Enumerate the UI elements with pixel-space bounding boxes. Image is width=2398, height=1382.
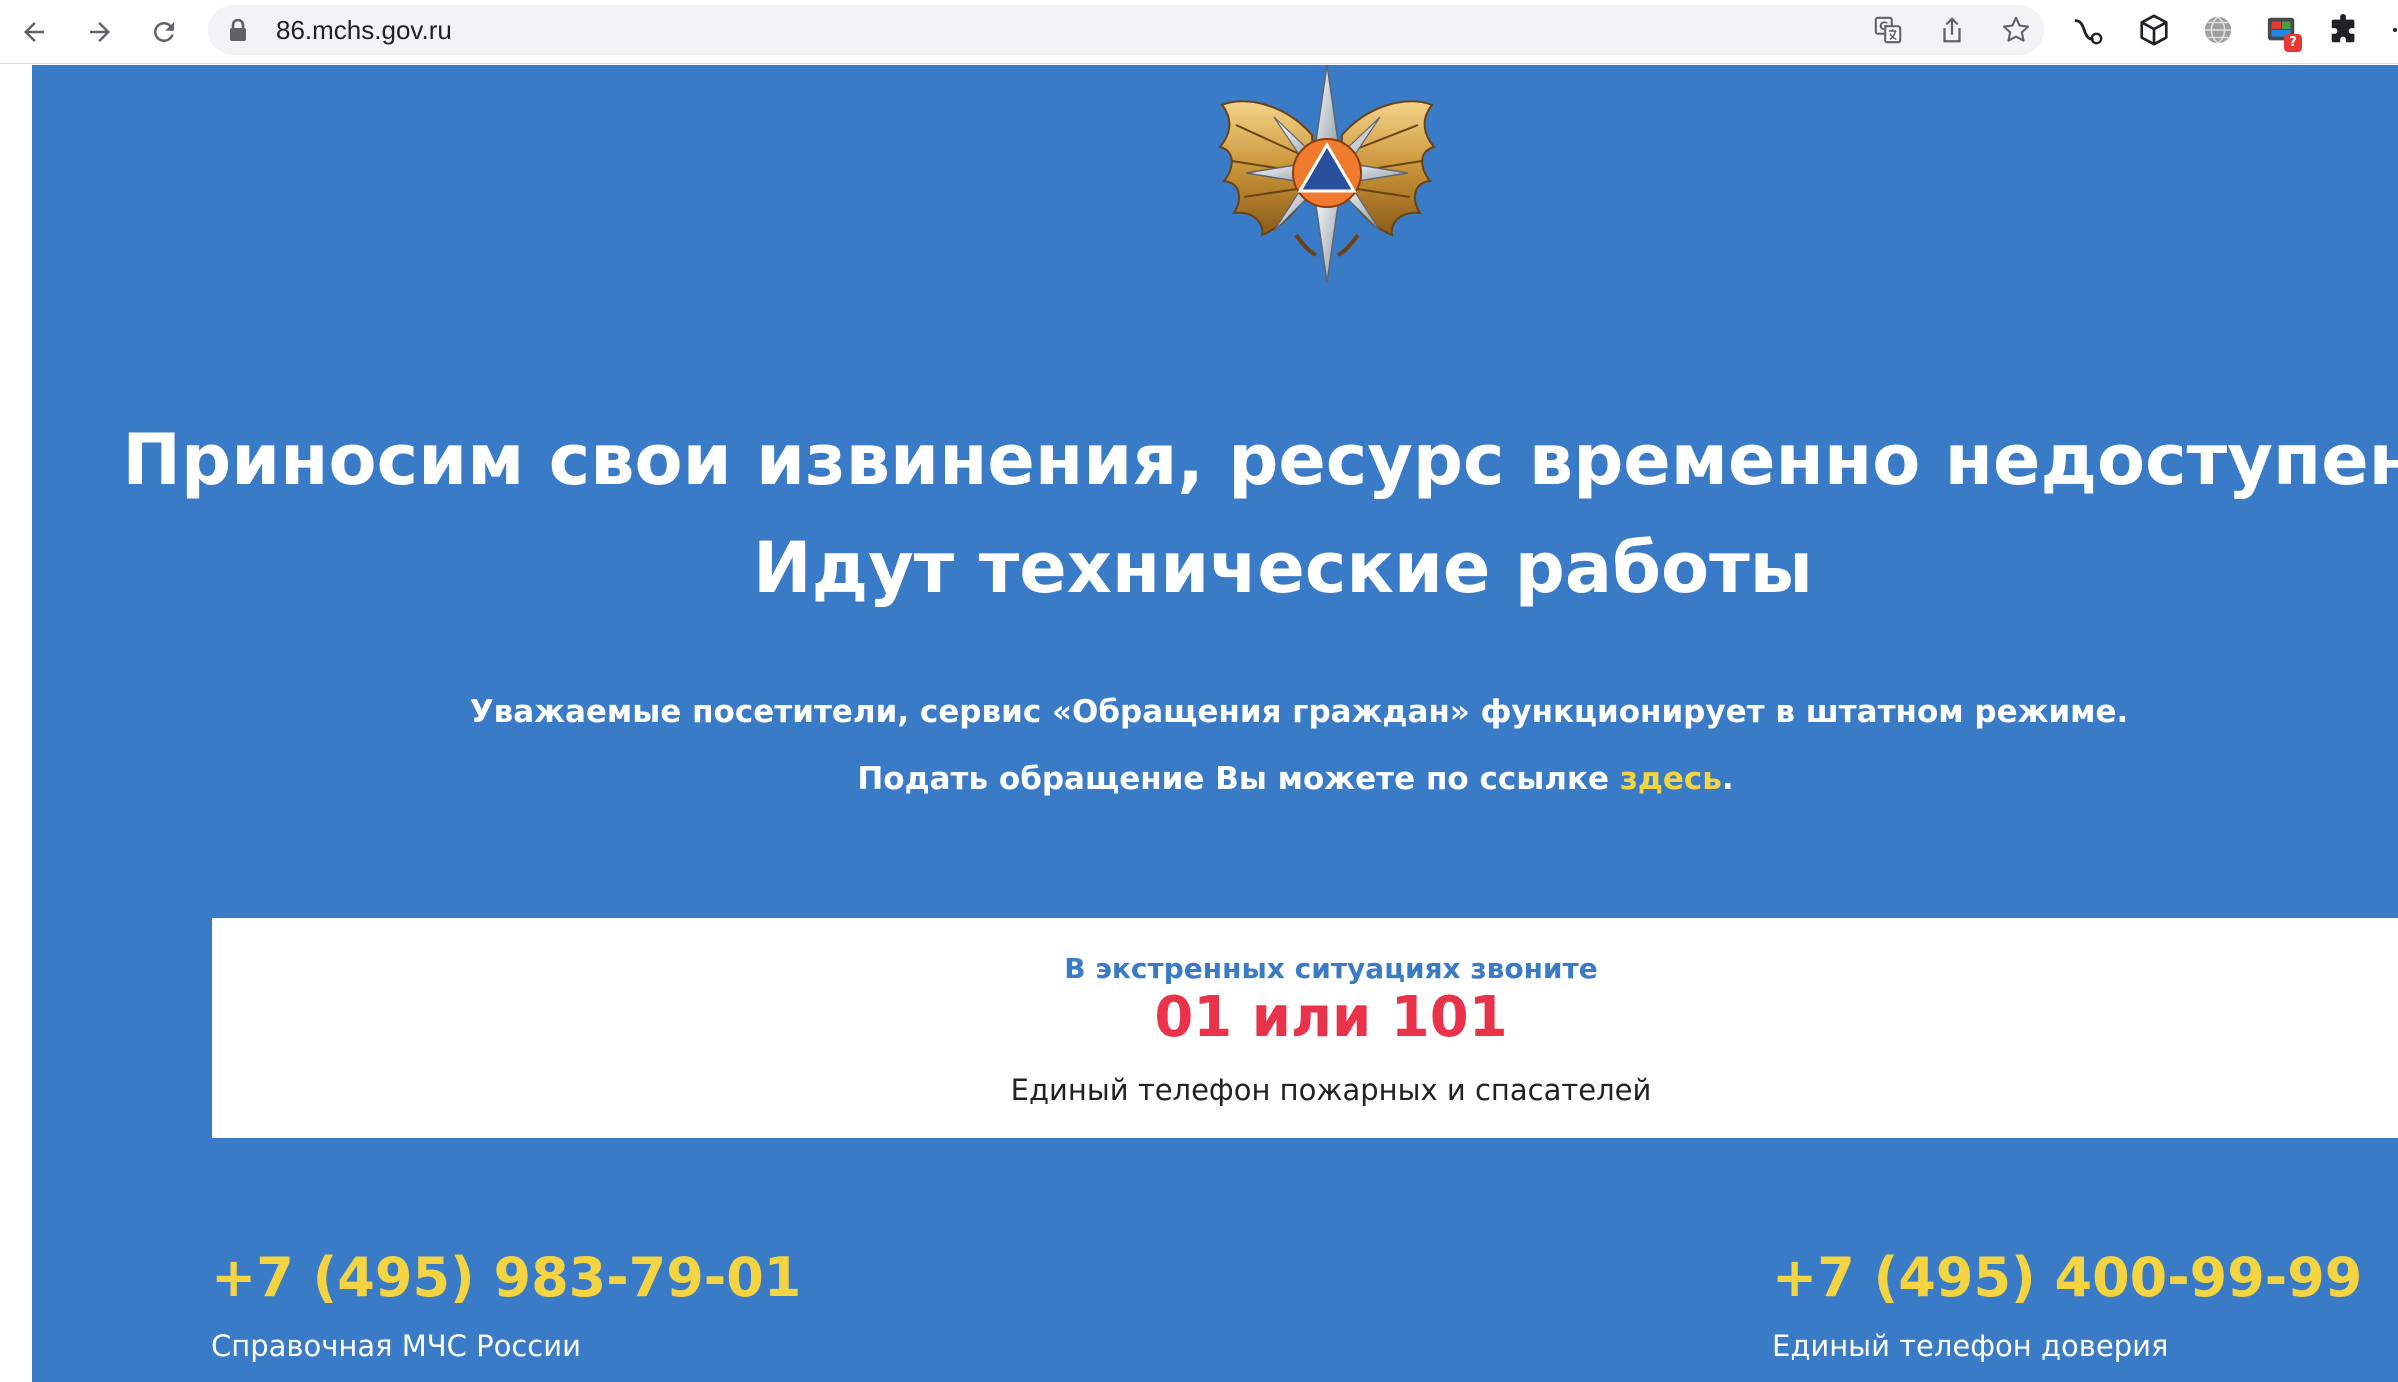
- mchs-emblem-icon: [1218, 65, 1436, 284]
- globe-icon: [2204, 16, 2232, 45]
- arrow-right-icon: [90, 22, 110, 42]
- star-icon: [2002, 16, 2030, 42]
- reload-button[interactable]: [142, 10, 186, 54]
- extensions-button[interactable]: [2326, 12, 2362, 48]
- share-button[interactable]: [1936, 14, 1968, 46]
- phone-trust-line-label: Единый телефон доверия: [1772, 1329, 2169, 1363]
- address-bar[interactable]: 86.mchs.gov.ru G: [208, 5, 2044, 55]
- phone-reference-label: Справочная МЧС России: [211, 1329, 581, 1363]
- cube-icon: [2140, 14, 2168, 46]
- notice-service-status: Уважаемые посетители, сервис «Обращения …: [469, 694, 2129, 730]
- phone-trust-line[interactable]: +7 (495) 400-99-99: [1772, 1246, 2362, 1310]
- notice-text: Подать обращение Вы можете по ссылке: [857, 761, 1620, 797]
- avatar-icon: [2393, 28, 2397, 32]
- arrow-left-icon: [24, 22, 44, 42]
- emergency-number[interactable]: 01 или 101: [0, 985, 2398, 1051]
- puzzle-icon: [2331, 13, 2355, 43]
- headline-maintenance: Идут технические работы: [753, 527, 1813, 609]
- headline-apology: Приносим свои извинения, ресурс временно…: [122, 419, 2398, 501]
- emergency-description: Единый телефон пожарных и спасателей: [1010, 1073, 1652, 1107]
- notice-period: .: [1721, 761, 1734, 797]
- url-text[interactable]: 86.mchs.gov.ru: [276, 15, 452, 45]
- forward-button[interactable]: [78, 10, 122, 54]
- browser-toolbar: 86.mchs.gov.ru G ?: [0, 0, 2398, 64]
- back-button[interactable]: [12, 10, 56, 54]
- extension-button-4[interactable]: ?: [2264, 12, 2302, 52]
- phone-reference[interactable]: +7 (495) 983-79-01: [211, 1246, 801, 1310]
- lock-icon[interactable]: [228, 18, 248, 42]
- extension-button-2[interactable]: [2136, 12, 2172, 48]
- extension-button-3[interactable]: [2200, 12, 2236, 48]
- extension-button-1[interactable]: [2070, 12, 2106, 48]
- profile-button[interactable]: [2378, 12, 2398, 48]
- page-content: Приносим свои извинения, ресурс временно…: [0, 65, 2398, 1382]
- bookmark-button[interactable]: [2000, 14, 2032, 46]
- emergency-title: В экстренных ситуациях звоните: [1064, 952, 1598, 985]
- reload-icon: [154, 21, 174, 42]
- translate-button[interactable]: G: [1872, 14, 1904, 46]
- translate-icon: G: [1874, 16, 1902, 44]
- here-link[interactable]: здесь: [1620, 761, 1722, 797]
- cable-icon: [2074, 19, 2103, 45]
- extension-badge: ?: [2284, 34, 2302, 52]
- share-icon: [1943, 17, 1961, 43]
- notice-submit-request: Подать обращение Вы можете по ссылке зде…: [0, 759, 2398, 799]
